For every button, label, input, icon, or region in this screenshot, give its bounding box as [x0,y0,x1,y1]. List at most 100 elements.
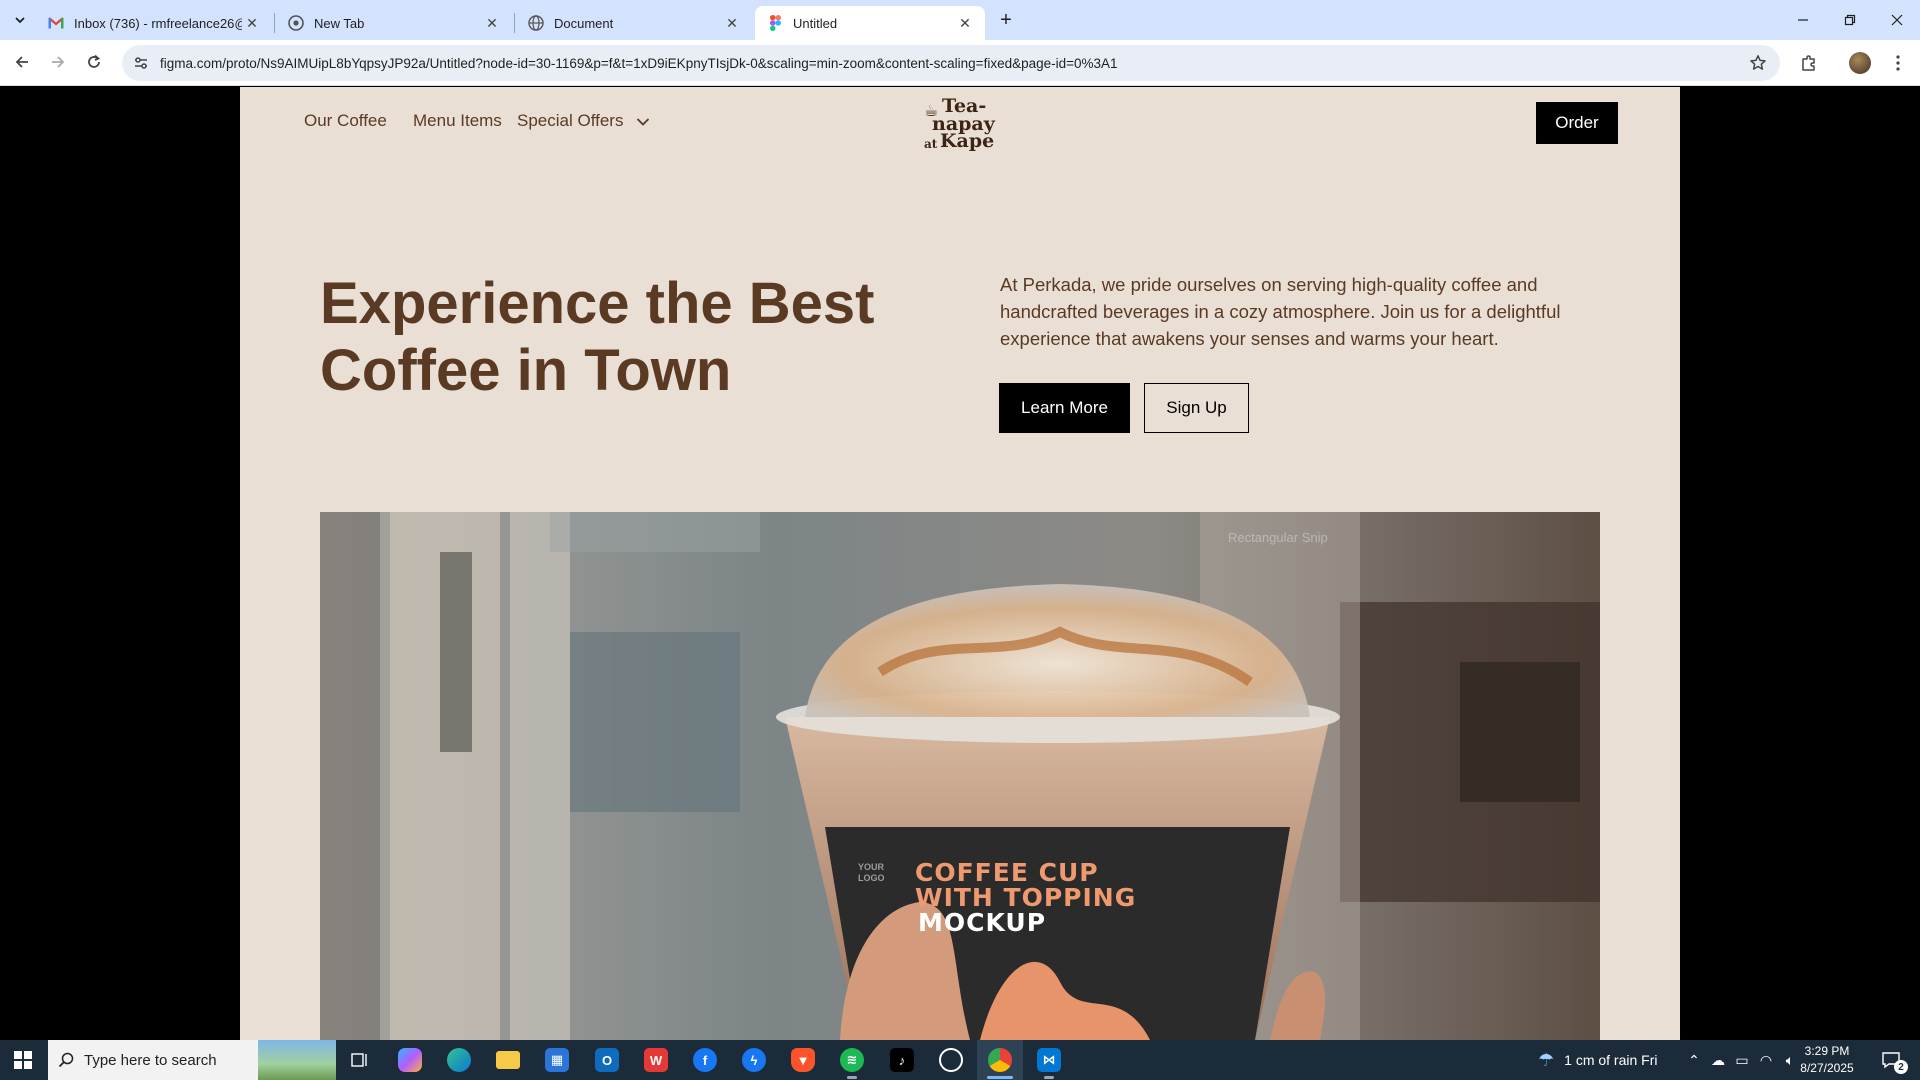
restore-button[interactable] [1827,0,1873,40]
network-icon[interactable]: ◠ [1754,1052,1778,1069]
nav-link-special-offers[interactable]: Special Offers [517,111,650,131]
messenger-app[interactable]: ϟ [731,1040,777,1080]
hero-image: YOUR LOGO COFFEE CUP WITH TOPPING MOCKUP… [320,512,1600,1040]
nav-link-menu-items[interactable]: Menu Items [413,111,502,131]
logo-text-line3: at [924,137,938,151]
reload-icon [88,54,101,68]
brand-logo[interactable]: ☕ Tea- napay at Kape [924,95,1004,155]
browser-menu-button[interactable] [1884,49,1912,77]
puzzle-icon [1802,55,1815,71]
tab-title: Document [554,15,614,31]
gmail-icon [48,15,64,31]
messenger-icon: ϟ [742,1048,766,1072]
edge-app[interactable] [436,1040,482,1080]
task-view-button[interactable] [337,1040,383,1080]
weather-text: 1 cm of rain Fri [1564,1052,1658,1068]
browser-tab-strip: Inbox (736) - rmfreelance26@g ✕ New Tab … [0,0,1920,40]
outlook-app[interactable]: O [584,1040,630,1080]
hero-title: Experience the Best Coffee in Town [320,271,875,403]
brave-icon: ▼ [791,1048,815,1072]
bookmark-star-icon[interactable] [1748,53,1768,73]
arrow-left-icon [15,56,28,68]
tab-document[interactable]: Document ✕ [516,6,752,40]
nav-link-label: Special Offers [517,111,624,130]
extensions-button[interactable] [1795,49,1823,77]
start-button[interactable] [0,1040,46,1080]
clock-date: 8/27/2025 [1800,1061,1854,1075]
logo-text-line4: Kape [940,130,995,152]
chrome-icon [988,1048,1012,1072]
sign-up-button[interactable]: Sign Up [1144,383,1249,433]
store-app[interactable]: ▦ [534,1040,580,1080]
close-window-button[interactable] [1874,0,1920,40]
rain-umbrella-icon: ☂ [1538,1049,1555,1070]
search-highlight-image [258,1040,336,1080]
minimize-button[interactable] [1780,0,1826,40]
close-icon[interactable]: ✕ [722,13,742,33]
learn-more-button[interactable]: Learn More [999,383,1130,433]
store-icon: ▦ [545,1048,569,1072]
url-text: figma.com/proto/Ns9AIMUipL8bYqpsyJP92a/U… [160,55,1118,71]
tab-gmail[interactable]: Inbox (736) - rmfreelance26@g ✕ [36,6,272,40]
cup-headline-line3: MOCKUP [918,908,1047,937]
tiktok-icon: ♪ [890,1048,914,1072]
copilot-app[interactable] [387,1040,433,1080]
wps-app[interactable]: W [633,1040,679,1080]
address-bar[interactable]: figma.com/proto/Ns9AIMUipL8bYqpsyJP92a/U… [122,45,1780,81]
facebook-icon: f [693,1048,717,1072]
spotify-app[interactable]: ≋ [829,1040,875,1080]
snip-overlay-label: Rectangular Snip [1228,530,1328,545]
meet-now-icon[interactable]: ▭ [1730,1052,1754,1069]
back-button[interactable] [8,48,36,76]
tiktok-app[interactable]: ♪ [879,1040,925,1080]
hero-description: At Perkada, we pride ourselves on servin… [1000,274,1561,349]
tray-icons: ⌃ ☁ ▭ ◠ 🔈︎ [1682,1040,1802,1080]
avatar [1849,52,1871,74]
profile-avatar-button[interactable] [1846,49,1874,77]
arrow-right-icon [52,56,65,68]
outlook-icon: O [595,1048,619,1072]
nav-link-our-coffee[interactable]: Our Coffee [304,111,387,131]
file-explorer-app[interactable] [485,1040,531,1080]
clock-time: 3:29 PM [1804,1044,1850,1058]
tab-new-tab[interactable]: New Tab ✕ [276,6,512,40]
more-vertical-icon [1896,55,1900,71]
folder-icon [496,1051,520,1069]
close-icon[interactable]: ✕ [955,13,975,33]
order-button[interactable]: Order [1536,102,1618,144]
chrome-icon [288,15,304,31]
vscode-app[interactable]: ⋈ [1026,1040,1072,1080]
notification-center-button[interactable]: 2 [1868,1040,1914,1080]
new-tab-button[interactable]: + [994,8,1018,32]
weather-widget[interactable]: ☂ 1 cm of rain Fri [1538,1040,1658,1080]
spotify-icon: ≋ [840,1048,864,1072]
globe-icon [528,15,544,31]
forward-button[interactable] [44,48,72,76]
facebook-app[interactable]: f [682,1040,728,1080]
chatgpt-app[interactable] [928,1040,974,1080]
reload-button[interactable] [80,48,108,76]
browser-toolbar: figma.com/proto/Ns9AIMUipL8bYqpsyJP92a/U… [0,40,1920,86]
chevron-up-icon[interactable]: ⌃ [1682,1052,1706,1069]
tab-search-button[interactable] [6,8,34,32]
tab-untitled[interactable]: Untitled ✕ [755,6,985,40]
windows-logo-icon [14,1051,32,1069]
restore-icon [1844,14,1856,26]
onedrive-icon[interactable]: ☁ [1706,1052,1730,1069]
chrome-app[interactable] [977,1040,1023,1080]
prototype-frame: Our Coffee Menu Items Special Offers ☕ T… [240,87,1680,1040]
tab-separator [514,13,515,33]
brave-app[interactable]: ▼ [780,1040,826,1080]
chatgpt-icon [939,1048,963,1072]
close-icon[interactable]: ✕ [242,13,262,33]
system-clock[interactable]: 3:29 PM 8/27/2025 [1790,1043,1864,1077]
tab-title: New Tab [314,15,365,31]
task-view-icon [351,1053,367,1067]
search-placeholder: Type here to search [84,1051,217,1069]
minimize-icon [1798,19,1808,21]
site-info-icon[interactable] [126,48,156,78]
figma-icon [767,15,783,31]
close-icon[interactable]: ✕ [482,13,502,33]
taskbar-search-box[interactable]: Type here to search [48,1040,336,1080]
cup-logo-text: YOUR LOGO [858,862,885,883]
